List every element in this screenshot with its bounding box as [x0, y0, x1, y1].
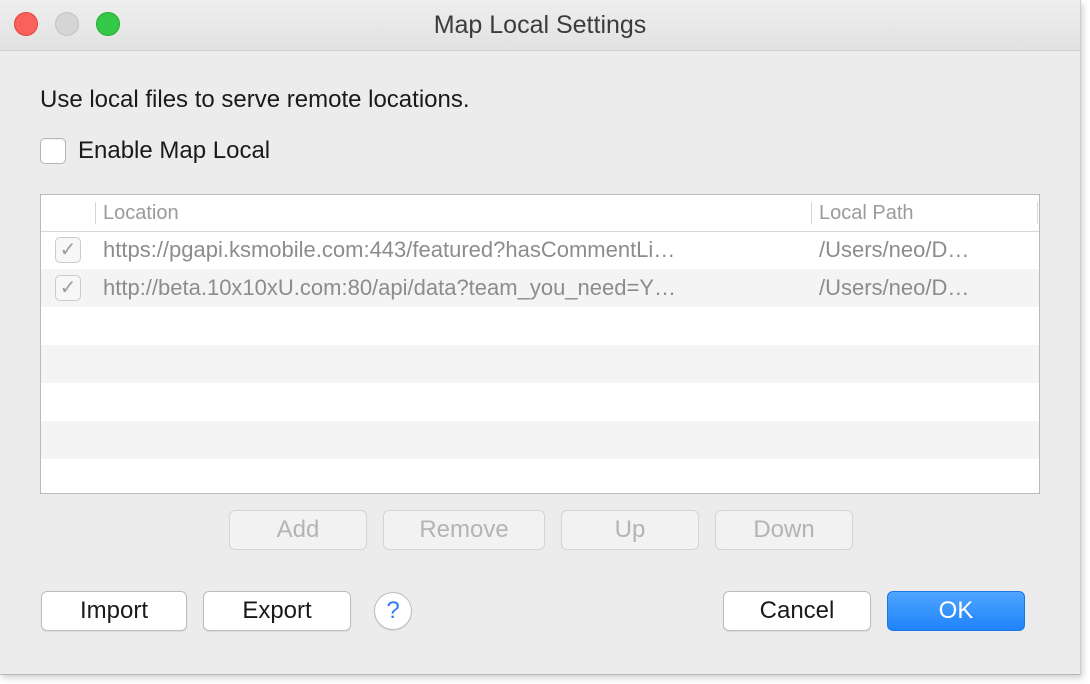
- down-button[interactable]: Down: [715, 510, 853, 550]
- enable-map-local-label[interactable]: Enable Map Local: [78, 137, 270, 165]
- row-location: https://pgapi.ksmobile.com:443/featured?…: [103, 237, 676, 262]
- ok-button[interactable]: OK: [887, 591, 1025, 631]
- import-button[interactable]: Import: [41, 591, 187, 631]
- table-header: Location Local Path: [41, 195, 1039, 232]
- empty-table-row: [41, 421, 1039, 459]
- column-header-location[interactable]: Location: [103, 195, 179, 231]
- row-enabled-checkbox[interactable]: ✓: [55, 275, 81, 301]
- map-local-settings-window: Map Local Settings Use local files to se…: [0, 0, 1081, 675]
- cancel-button[interactable]: Cancel: [723, 591, 871, 631]
- export-button[interactable]: Export: [203, 591, 351, 631]
- enable-map-local-checkbox[interactable]: [40, 138, 66, 164]
- empty-table-row: [41, 307, 1039, 345]
- column-header-local-path[interactable]: Local Path: [819, 195, 914, 231]
- up-button[interactable]: Up: [561, 510, 699, 550]
- mappings-table[interactable]: Location Local Path ✓ https://pgapi.ksmo…: [40, 194, 1040, 494]
- row-enabled-checkbox[interactable]: ✓: [55, 237, 81, 263]
- table-row[interactable]: ✓ https://pgapi.ksmobile.com:443/feature…: [41, 231, 1039, 269]
- column-separator: [1037, 202, 1038, 224]
- empty-table-row: [41, 383, 1039, 421]
- row-local-path: /Users/neo/D…: [819, 275, 970, 300]
- table-row[interactable]: ✓ http://beta.10x10xU.com:80/api/data?te…: [41, 269, 1039, 307]
- remove-button[interactable]: Remove: [383, 510, 545, 550]
- empty-table-row: [41, 459, 1039, 493]
- row-location: http://beta.10x10xU.com:80/api/data?team…: [103, 275, 676, 300]
- title-bar[interactable]: Map Local Settings: [0, 0, 1080, 51]
- empty-table-row: [41, 345, 1039, 383]
- column-separator[interactable]: [811, 202, 812, 224]
- column-separator: [95, 202, 96, 224]
- minimize-window-button[interactable]: [55, 12, 79, 36]
- close-window-button[interactable]: [14, 12, 38, 36]
- enable-map-local-row[interactable]: Enable Map Local: [40, 136, 270, 166]
- help-icon[interactable]: ?: [374, 592, 412, 630]
- description-text: Use local files to serve remote location…: [40, 86, 470, 113]
- add-button[interactable]: Add: [229, 510, 367, 550]
- maximize-window-button[interactable]: [96, 12, 120, 36]
- row-local-path: /Users/neo/D…: [819, 237, 970, 262]
- window-title: Map Local Settings: [433, 11, 647, 39]
